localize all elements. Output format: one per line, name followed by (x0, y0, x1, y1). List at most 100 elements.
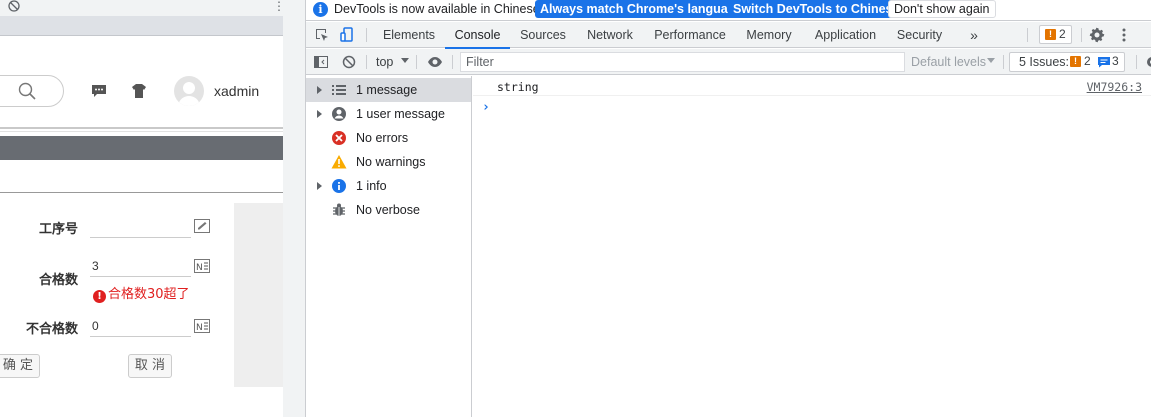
sidebar-item-label: No warnings (356, 155, 426, 169)
context-selector[interactable]: top (376, 55, 393, 69)
user-avatar-icon (178, 82, 200, 106)
match-language-button[interactable]: Always match Chrome's language (535, 0, 748, 18)
browser-tabbar (0, 16, 283, 36)
nav-bar (0, 136, 283, 160)
avatar[interactable] (174, 76, 204, 106)
device-toolbar-icon[interactable] (339, 27, 355, 43)
tab-performance[interactable]: Performance (652, 22, 728, 48)
warning-count-badge[interactable]: ! 2 (1039, 25, 1072, 44)
process-number-input[interactable] (90, 216, 191, 238)
settings-gear-icon[interactable] (1089, 27, 1105, 43)
live-expression-eye-icon[interactable] (427, 54, 443, 70)
switch-chinese-button[interactable]: Switch DevTools to Chinese (728, 0, 905, 18)
log-source-link[interactable]: VM7926:3 (1087, 80, 1142, 94)
more-options-icon[interactable]: ⋮ (273, 0, 283, 14)
app-header: xadmin (0, 57, 283, 129)
clear-console-icon[interactable] (341, 54, 357, 70)
unqualified-count-input[interactable] (90, 315, 191, 337)
confirm-button[interactable]: 确 定 (0, 354, 40, 378)
filter-input[interactable] (461, 53, 904, 71)
tab-memory[interactable]: Memory (742, 22, 796, 48)
edit-icon[interactable] (194, 219, 210, 233)
log-row: string VM7926:3 (473, 76, 1151, 96)
log-message: string (497, 80, 539, 94)
process-label: 工序号 (38, 222, 78, 237)
search-input[interactable] (0, 75, 64, 107)
sidebar-item-messages[interactable]: 1 message (306, 78, 471, 102)
infobar-message: DevTools is now available in Chinese! (334, 2, 544, 16)
sidebar-item-verbose[interactable]: No verbose (306, 198, 471, 222)
console-prompt[interactable]: › (482, 100, 490, 115)
issues-button[interactable]: 5 Issues: ! 2 3 (1009, 52, 1125, 72)
screen: ⋮ xadmin 工序号 合格数 N !合格数30超了 不合格数 (0, 0, 1151, 417)
theme-shirt-icon[interactable] (131, 83, 147, 99)
number-icon[interactable]: N (194, 259, 210, 273)
divider (1003, 55, 1004, 69)
warning-flag-icon: ! (1045, 29, 1056, 40)
error-text: 合格数30超了 (108, 287, 190, 302)
sidebar-item-warnings[interactable]: No warnings (306, 150, 471, 174)
sidebar-item-label: 1 user message (356, 107, 445, 121)
qualified-count-input[interactable] (90, 255, 191, 277)
svg-text:N: N (196, 323, 203, 333)
devtools-tabbar: Elements Console Sources Network Perform… (306, 22, 1151, 49)
username[interactable]: xadmin (214, 83, 259, 99)
message-icon[interactable] (91, 83, 107, 99)
divider (452, 55, 453, 69)
more-tabs-button[interactable]: » (966, 22, 982, 48)
chevron-down-icon[interactable] (987, 58, 995, 63)
divider (0, 127, 283, 129)
sidebar-item-errors[interactable]: No errors (306, 126, 471, 150)
tab-network[interactable]: Network (582, 22, 638, 48)
tab-security[interactable]: Security (894, 22, 945, 48)
console-toolbar: top Default levels 5 Issues: ! 2 3 (306, 49, 1151, 75)
console-sidebar: 1 message 1 user message No errors No wa… (306, 76, 472, 417)
more-options-icon[interactable] (1116, 27, 1132, 43)
warning-flag-icon: ! (1070, 56, 1081, 67)
cancel-button[interactable]: 取 消 (128, 354, 172, 378)
dont-show-again-button[interactable]: Don't show again (888, 0, 996, 18)
sidebar-item-label: No errors (356, 131, 409, 145)
sidebar-item-label: No verbose (356, 203, 420, 217)
sidebar-toggle-icon[interactable] (313, 54, 329, 70)
divider (0, 192, 283, 193)
side-panel (234, 203, 283, 387)
error-icon (332, 131, 346, 145)
console-output[interactable]: string VM7926:3 › (473, 76, 1151, 417)
expand-arrow-icon[interactable] (317, 110, 322, 118)
log-levels-dropdown[interactable]: Default levels (911, 55, 986, 69)
language-infobar: i DevTools is now available in Chinese! … (306, 0, 1151, 21)
page-scroll-gutter (283, 0, 305, 417)
devtools-panel: i DevTools is now available in Chinese! … (305, 0, 1151, 417)
expand-arrow-icon[interactable] (317, 86, 322, 94)
page-gap (0, 36, 283, 57)
divider (416, 55, 417, 69)
info-icon (332, 179, 346, 193)
chevron-down-icon[interactable] (401, 58, 409, 63)
tab-sources[interactable]: Sources (515, 22, 571, 48)
divider (1136, 55, 1137, 69)
inspect-element-icon[interactable] (314, 27, 330, 43)
search-icon[interactable] (17, 81, 37, 101)
tab-elements[interactable]: Elements (378, 22, 440, 48)
qualified-label: 合格数 (38, 273, 78, 288)
divider (366, 28, 367, 42)
warning-count: 2 (1059, 27, 1066, 41)
number-icon[interactable]: N (194, 319, 210, 333)
web-page: ⋮ xadmin 工序号 合格数 N !合格数30超了 不合格数 (0, 0, 283, 417)
sidebar-item-info[interactable]: 1 info (306, 174, 471, 198)
tab-console[interactable]: Console (445, 22, 510, 49)
settings-gear-icon[interactable] (1144, 54, 1151, 70)
svg-text:N: N (196, 263, 203, 273)
warning-icon (331, 155, 347, 169)
sidebar-item-label: 1 info (356, 179, 387, 193)
blocked-icon[interactable] (8, 0, 20, 12)
tab-application[interactable]: Application (809, 22, 882, 48)
browser-strip: ⋮ (0, 0, 283, 16)
expand-arrow-icon[interactable] (317, 182, 322, 190)
sidebar-item-user-messages[interactable]: 1 user message (306, 102, 471, 126)
info-icon: i (313, 2, 328, 17)
error-icon: ! (93, 290, 106, 303)
issues-warning-count: 2 (1084, 54, 1091, 68)
unqualified-label: 不合格数 (25, 322, 78, 337)
